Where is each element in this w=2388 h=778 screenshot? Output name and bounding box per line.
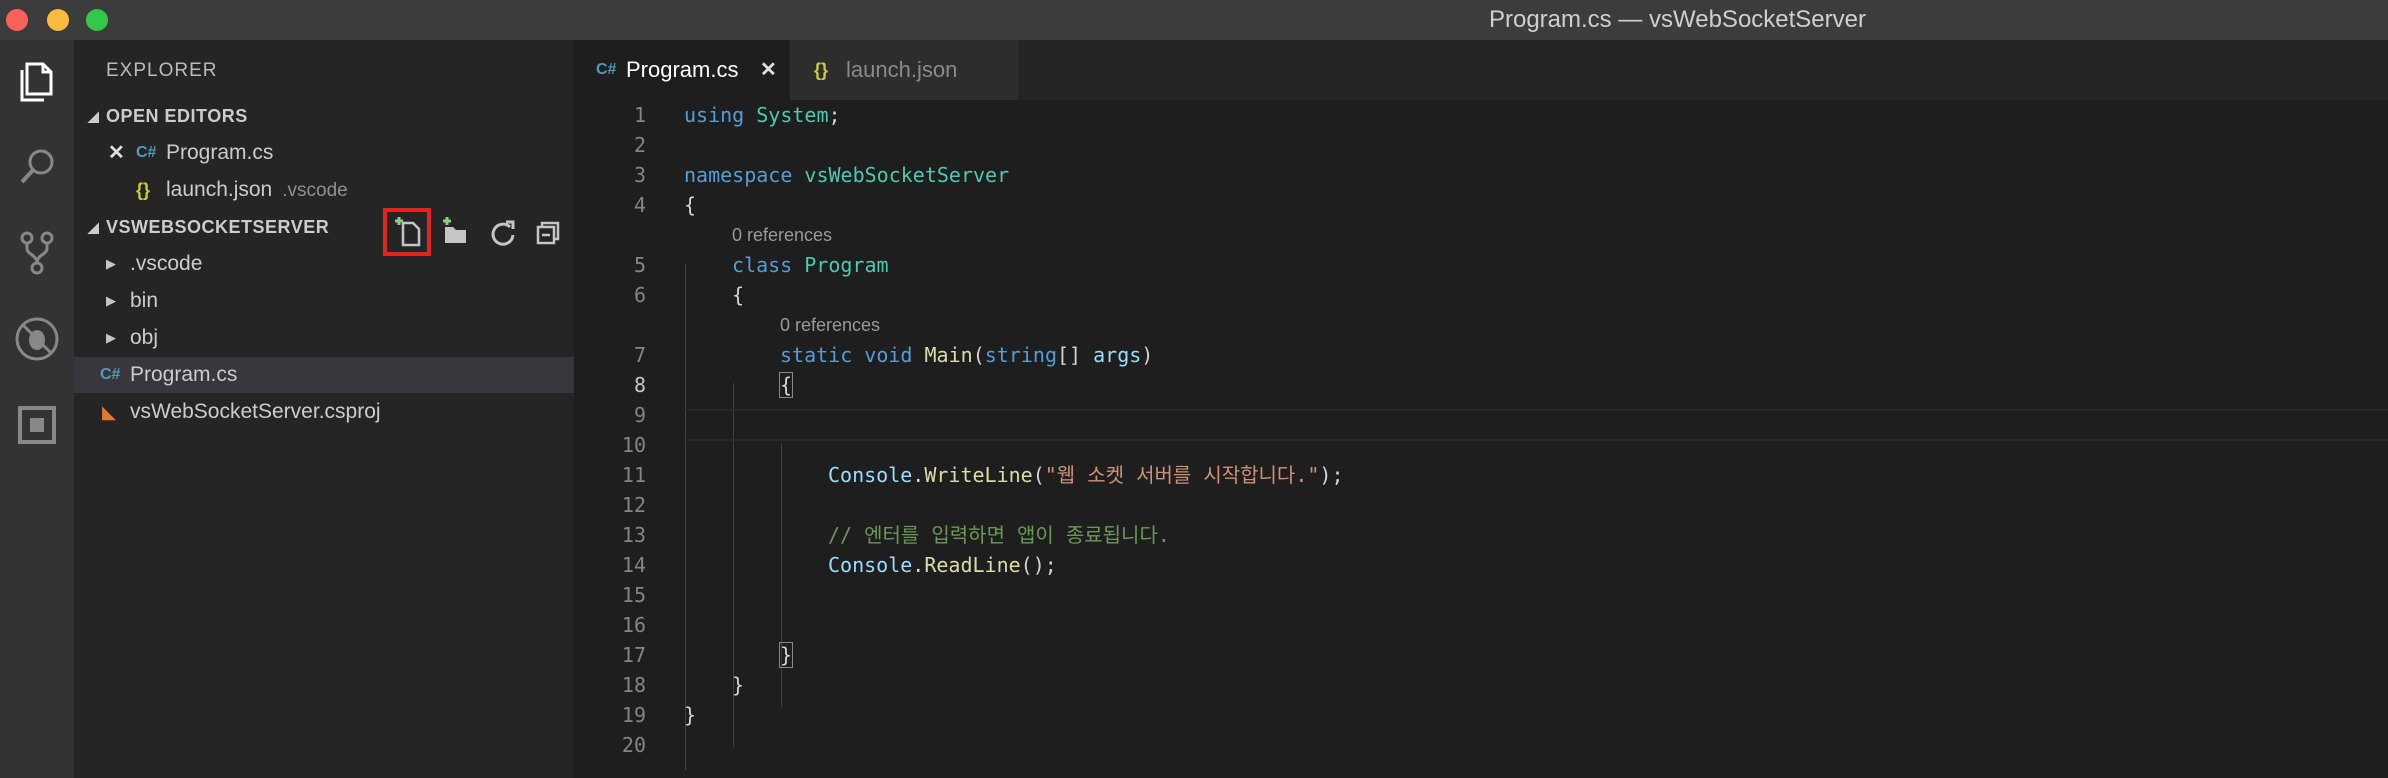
line-number: 14 xyxy=(621,553,646,577)
tab-label: launch.json xyxy=(846,57,958,82)
current-line-highlight xyxy=(684,409,2388,441)
explorer-sidebar: EXPLORER ◢ OPEN EDITORS ✕ C# Program.cs … xyxy=(74,40,574,778)
tree-item-bin[interactable]: ▶ bin xyxy=(74,283,574,319)
extensions-icon[interactable] xyxy=(10,398,64,452)
project-label: VSWEBSOCKETSERVER xyxy=(106,217,330,237)
activity-bar xyxy=(0,40,74,778)
source-control-icon[interactable] xyxy=(10,226,64,280)
code-line: namespace vsWebSocketServer xyxy=(684,163,1010,187)
open-editors-header[interactable]: ◢ OPEN EDITORS xyxy=(74,98,574,134)
line-number: 10 xyxy=(621,433,646,457)
codelens-references[interactable]: 0 references xyxy=(780,310,880,340)
close-tab-icon[interactable]: ✕ xyxy=(760,40,777,100)
code-line: { xyxy=(778,372,794,398)
line-number: 6 xyxy=(633,283,646,307)
tree-item-obj[interactable]: ▶ obj xyxy=(74,320,574,356)
line-number: 9 xyxy=(633,403,646,427)
sidebar-title: EXPLORER xyxy=(106,60,218,81)
tree-item-label: vsWebSocketServer.csproj xyxy=(130,400,381,423)
line-number: 5 xyxy=(633,253,646,277)
line-number: 19 xyxy=(621,703,646,727)
codelens-references[interactable]: 0 references xyxy=(732,220,832,250)
code-line: using System; xyxy=(684,103,841,127)
code-line: } xyxy=(778,642,794,668)
json-icon: {} xyxy=(814,60,829,80)
line-number: 17 xyxy=(621,643,646,667)
line-number: 4 xyxy=(633,193,646,217)
line-number: 20 xyxy=(621,733,646,757)
csharp-icon: C# xyxy=(100,366,121,383)
open-editor-desc: .vscode xyxy=(282,180,348,201)
code-line: } xyxy=(732,673,745,697)
tree-item-label: bin xyxy=(130,289,159,312)
code-line: } xyxy=(684,703,697,727)
line-number: 11 xyxy=(621,463,646,487)
chevron-right-icon: ▶ xyxy=(106,293,116,308)
collapse-icon: ◢ xyxy=(88,219,100,235)
search-icon[interactable] xyxy=(10,140,64,194)
tree-item-program[interactable]: C# Program.cs xyxy=(74,357,574,393)
open-editor-label: Program.cs xyxy=(166,141,274,164)
line-number: 3 xyxy=(633,163,646,187)
close-editor-icon[interactable]: ✕ xyxy=(108,135,125,171)
tree-item-vscode[interactable]: ▶ .vscode xyxy=(74,246,574,282)
tree-item-label: Program.cs xyxy=(130,363,238,386)
open-editor-item-launch[interactable]: {} launch.json .vscode xyxy=(74,172,574,208)
csharp-icon: C# xyxy=(596,61,617,78)
editor-group: C# Program.cs ✕ {} launch.json 1 2 3 4 5… xyxy=(574,40,2388,778)
rss-icon: ◣ xyxy=(102,402,116,422)
code-line: Console.ReadLine(); xyxy=(828,553,1057,577)
code-line: { xyxy=(732,283,745,307)
code-line: static void Main(string[] args) xyxy=(780,343,1154,367)
open-editor-item-program[interactable]: ✕ C# Program.cs xyxy=(74,135,574,171)
debug-icon[interactable] xyxy=(10,312,64,366)
line-number: 1 xyxy=(633,103,646,127)
csharp-icon: C# xyxy=(136,144,157,161)
tree-item-label: .vscode xyxy=(130,252,203,275)
line-number: 18 xyxy=(621,673,646,697)
indent-guide xyxy=(685,264,686,770)
line-number: 15 xyxy=(621,583,646,607)
line-number: 13 xyxy=(621,523,646,547)
json-icon: {} xyxy=(136,180,151,200)
line-number: 8 xyxy=(633,373,646,397)
collapse-icon: ◢ xyxy=(88,108,100,124)
tree-item-label: obj xyxy=(130,326,159,349)
line-number: 2 xyxy=(633,133,646,157)
tab-bar: C# Program.cs ✕ {} launch.json xyxy=(574,40,2388,100)
open-editors-label: OPEN EDITORS xyxy=(106,106,248,126)
code-line: // 엔터를 입력하면 앱이 종료됩니다. xyxy=(828,523,1170,547)
explorer-icon[interactable] xyxy=(10,54,64,108)
title-bar: Program.cs — vsWebSocketServer xyxy=(0,0,2388,40)
tab-launch[interactable]: {} launch.json xyxy=(790,40,1018,100)
line-number: 16 xyxy=(621,613,646,637)
tab-label: Program.cs xyxy=(626,57,739,82)
line-number: 12 xyxy=(621,493,646,517)
line-number: 7 xyxy=(633,343,646,367)
code-editor[interactable]: 1 2 3 4 5 6 7 8 9 10 11 12 13 14 15 16 1… xyxy=(574,100,2388,778)
chevron-right-icon: ▶ xyxy=(106,256,116,271)
code-line: { xyxy=(684,193,697,217)
tab-program[interactable]: C# Program.cs ✕ xyxy=(574,40,790,100)
code-line: Console.WriteLine("웹 소켓 서버를 시작합니다."); xyxy=(828,463,1344,487)
chevron-right-icon: ▶ xyxy=(106,330,116,345)
window-title: Program.cs — vsWebSocketServer xyxy=(1488,6,1866,33)
tree-item-csproj[interactable]: ◣ vsWebSocketServer.csproj xyxy=(74,394,574,430)
code-line: class Program xyxy=(732,253,889,277)
open-editor-label: launch.json xyxy=(166,178,273,201)
